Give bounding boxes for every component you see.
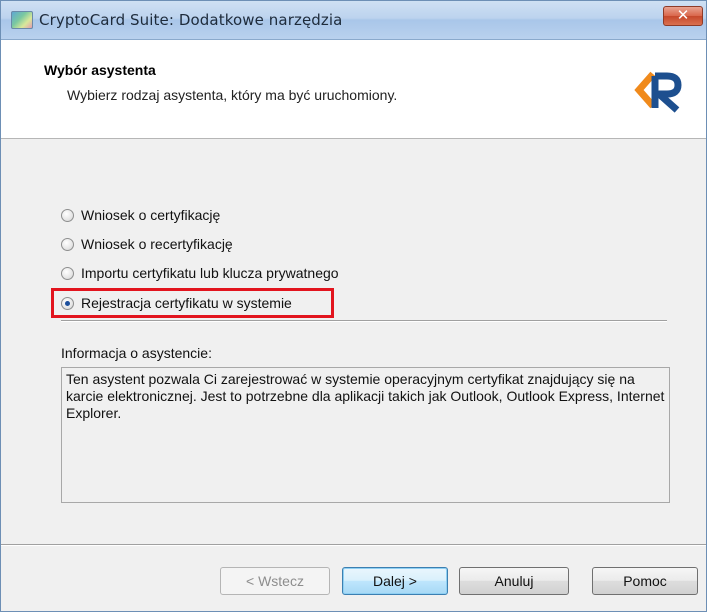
- window-title: CryptoCard Suite: Dodatkowe narzędzia: [39, 11, 343, 29]
- header-title: Wybór asystenta: [44, 62, 156, 78]
- radio-button[interactable]: [61, 237, 74, 251]
- close-button[interactable]: ✕: [663, 6, 703, 26]
- radio-button[interactable]: [61, 208, 74, 222]
- header-subtitle: Wybierz rodzaj asystenta, który ma być u…: [67, 87, 398, 103]
- option-recertification[interactable]: Wniosek o recertyfikację: [61, 233, 233, 255]
- kir-logo-icon: [634, 71, 682, 113]
- radio-button[interactable]: [61, 266, 74, 280]
- next-button[interactable]: Dalej >: [342, 567, 448, 595]
- option-certification[interactable]: Wniosek o certyfikację: [61, 204, 220, 226]
- dialog-window: CryptoCard Suite: Dodatkowe narzędzia ✕ …: [0, 0, 707, 612]
- info-label: Informacja o asystencie:: [61, 345, 212, 361]
- back-button[interactable]: < Wstecz: [220, 567, 330, 595]
- app-icon: [11, 11, 33, 29]
- divider: [61, 320, 667, 322]
- title-bar[interactable]: CryptoCard Suite: Dodatkowe narzędzia ✕: [1, 1, 706, 40]
- option-import[interactable]: Importu certyfikatu lub klucza prywatneg…: [61, 262, 339, 284]
- selection-highlight-box: [51, 288, 334, 318]
- info-textbox[interactable]: Ten asystent pozwala Ci zarejestrować w …: [61, 367, 670, 503]
- footer-divider: [1, 544, 706, 546]
- option-label: Wniosek o recertyfikację: [81, 236, 233, 252]
- option-label: Importu certyfikatu lub klucza prywatneg…: [81, 265, 339, 281]
- wizard-header: Wybór asystenta Wybierz rodzaj asystenta…: [1, 40, 706, 139]
- help-button[interactable]: Pomoc: [592, 567, 698, 595]
- cancel-button[interactable]: Anuluj: [459, 567, 569, 595]
- option-label: Wniosek o certyfikację: [81, 207, 221, 223]
